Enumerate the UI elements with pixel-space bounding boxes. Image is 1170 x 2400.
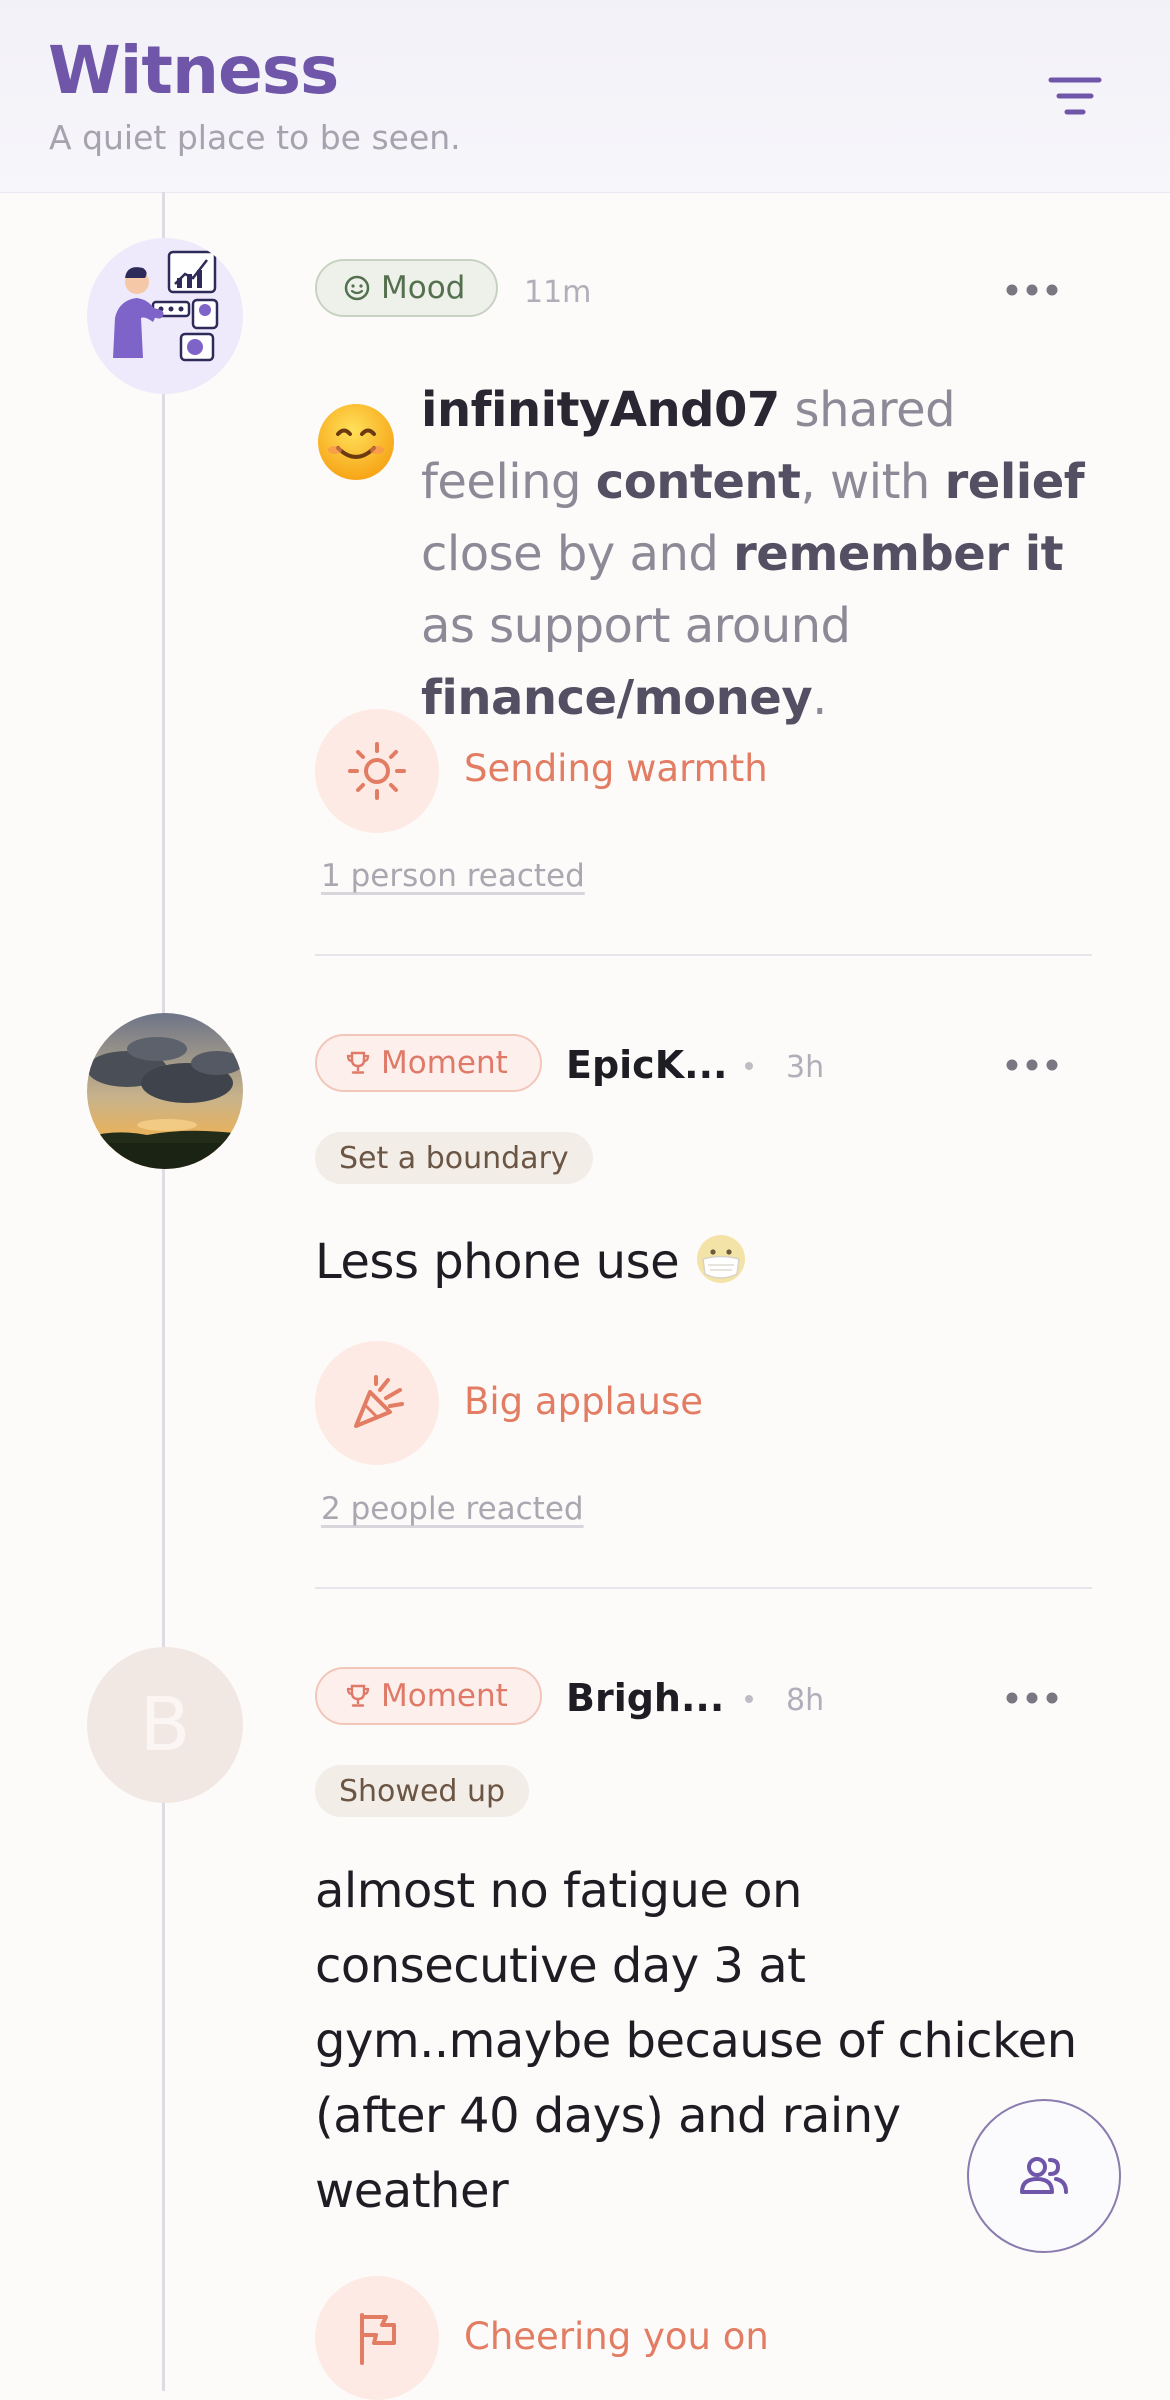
illustration-avatar (113, 250, 219, 362)
more-options-icon[interactable] (1002, 1683, 1062, 1713)
post-text: almost no fatigue on consecutive day 3 a… (315, 1854, 1077, 2229)
post-divider (315, 1587, 1092, 1589)
smiling-face-emoji-icon (318, 404, 394, 480)
post-text-line: (after 40 days) and rainy (315, 2088, 901, 2144)
reaction-label[interactable]: Big applause (464, 1380, 703, 1423)
avatar[interactable] (87, 1013, 243, 1169)
reaction-label[interactable]: Cheering you on (464, 2315, 769, 2358)
goal-tag: Showed up (315, 1765, 530, 1817)
post-divider (315, 954, 1092, 956)
post-time: 3h (786, 1050, 825, 1085)
moment-chip: Moment (315, 1667, 542, 1725)
post-time: 8h (786, 1683, 825, 1718)
feeling-summary: infinityAnd07 shared feeling content, wi… (421, 382, 1085, 726)
reaction-button[interactable] (315, 709, 439, 833)
post-text: Less phone use (315, 1225, 748, 1300)
chip-label: Moment (381, 1678, 508, 1714)
flag-icon (360, 2313, 396, 2365)
trophy-icon (346, 1684, 370, 1707)
reaction-count[interactable]: 1 person reacted (321, 858, 585, 894)
post-text-line: weather (315, 2163, 509, 2219)
post-text-line: almost no fatigue on (315, 1863, 802, 1919)
reaction-label[interactable]: Sending warmth (464, 747, 768, 790)
post-time: 11m (524, 275, 592, 310)
people-icon (1020, 2157, 1068, 2194)
party-popper-icon (354, 1375, 404, 1428)
goal-tag: Set a boundary (315, 1132, 593, 1184)
avatar[interactable] (87, 238, 243, 394)
avatar[interactable]: B (87, 1647, 243, 1803)
reaction-button[interactable] (315, 1341, 439, 1465)
app-subtitle: A quiet place to be seen. (49, 118, 461, 157)
author-name[interactable]: EpicK... (566, 1043, 727, 1087)
reaction-button[interactable] (315, 2276, 439, 2400)
more-options-icon[interactable] (1002, 275, 1062, 305)
filter-lines-icon (1048, 77, 1102, 115)
author-name[interactable]: Brigh... (566, 1676, 724, 1720)
sun-icon (348, 742, 406, 800)
post-text-line: gym..maybe because of chicken (315, 2013, 1077, 2069)
post-text-line: consecutive day 3 at (315, 1938, 806, 1994)
community-fab-button[interactable] (967, 2099, 1121, 2253)
sunset-photo-avatar (87, 1013, 243, 1169)
separator-dot (745, 1062, 753, 1070)
reaction-count[interactable]: 2 people reacted (321, 1491, 584, 1527)
username[interactable]: infinityAnd07 (421, 382, 780, 438)
moment-chip: Moment (315, 1034, 542, 1092)
app-title: Witness (48, 32, 339, 109)
more-options-icon[interactable] (1002, 1050, 1062, 1080)
separator-dot (745, 1695, 753, 1703)
timeline-line (162, 192, 165, 2391)
chip-label: Mood (381, 270, 466, 306)
face-with-medical-mask-icon (696, 1235, 745, 1283)
filter-button[interactable] (1040, 68, 1110, 124)
smile-icon (344, 275, 370, 301)
chip-label: Moment (381, 1045, 508, 1081)
trophy-icon (346, 1051, 370, 1074)
app-header: Witness A quiet place to be seen. (0, 0, 1170, 193)
mood-chip: Mood (315, 259, 498, 317)
